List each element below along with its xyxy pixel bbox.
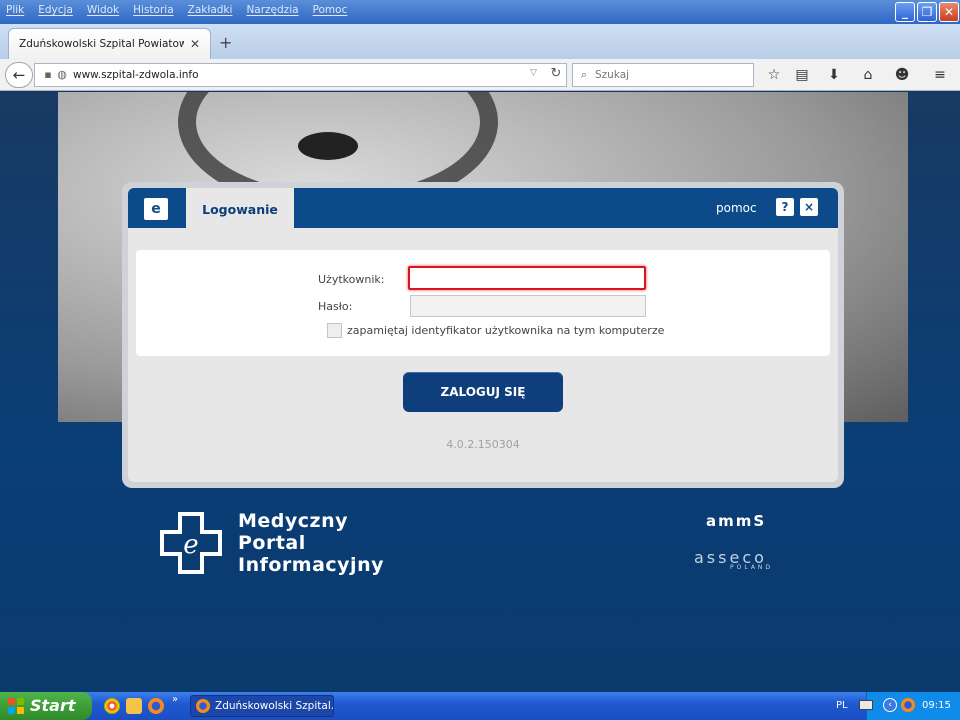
url-dropdown-icon[interactable]: ▽ <box>530 68 537 78</box>
language-indicator[interactable]: PL <box>836 700 848 711</box>
portal-name-line-2: Portal <box>238 532 306 554</box>
remember-checkbox[interactable] <box>327 323 342 338</box>
menu-bar: Plik Edycja Widok Historia Zakładki Narz… <box>0 0 361 24</box>
login-dialog: e Logowanie pomoc ? × Użytkownik: Hasło:… <box>122 182 844 488</box>
reading-list-icon[interactable]: ▤ <box>791 64 813 86</box>
chat-icon[interactable]: ☻ <box>891 64 913 86</box>
help-button[interactable]: ? <box>776 198 794 216</box>
search-icon: ⌕ <box>580 68 588 81</box>
clock: 09:15 <box>922 700 951 711</box>
hamburger-menu-icon[interactable]: ≡ <box>929 64 951 86</box>
login-dialog-body: e Logowanie pomoc ? × Użytkownik: Hasło:… <box>128 188 838 482</box>
bookmark-star-icon[interactable]: ☆ <box>763 64 785 86</box>
navigation-bar: ← ▪ ◍ www.szpital-zdwola.info ▽ ↻ ⌕ Szuk… <box>0 59 960 91</box>
menu-tools[interactable]: Narzędzia <box>246 0 298 24</box>
svg-text:e: e <box>183 530 198 560</box>
firefox-quicklaunch-icon[interactable] <box>148 698 164 714</box>
portal-logo-icon: e <box>144 198 168 220</box>
page-content: e Logowanie pomoc ? × Użytkownik: Hasło:… <box>0 92 960 692</box>
window-close-button[interactable]: ✕ <box>939 2 959 22</box>
maximize-button[interactable]: ❐ <box>917 2 937 22</box>
new-tab-icon[interactable]: + <box>219 33 232 52</box>
menu-bookmarks[interactable]: Zakładki <box>188 0 233 24</box>
version-text: 4.0.2.150304 <box>446 438 520 451</box>
keyboard-icon[interactable] <box>859 700 873 710</box>
firefox-icon <box>196 699 210 713</box>
menu-help[interactable]: Pomoc <box>313 0 348 24</box>
windows-flag-icon <box>8 698 24 714</box>
menu-edit[interactable]: Edycja <box>38 0 73 24</box>
globe-icon: ◍ <box>57 68 67 81</box>
tab-login[interactable]: Logowanie <box>186 188 294 228</box>
reload-icon[interactable]: ↻ <box>545 63 567 87</box>
back-button[interactable]: ← <box>5 62 33 88</box>
tray-expand-icon[interactable]: ‹ <box>883 698 897 712</box>
download-icon[interactable]: ⬇ <box>823 64 845 86</box>
password-label: Hasło: <box>318 300 353 313</box>
help-link[interactable]: pomoc <box>716 201 757 215</box>
taskbar-window-label: Zduńskowolski Szpital... <box>215 700 334 712</box>
remember-label: zapamiętaj identyfikator użytkownika na … <box>347 324 665 337</box>
login-dialog-header: e Logowanie pomoc ? × <box>128 188 838 228</box>
portal-name-line-1: Medyczny <box>238 510 349 532</box>
dialog-close-button[interactable]: × <box>800 198 818 216</box>
username-label: Użytkownik: <box>318 273 385 286</box>
login-button[interactable]: ZALOGUJ SIĘ <box>403 372 563 412</box>
medical-cross-e-logo: e <box>160 512 222 574</box>
minimize-button[interactable]: _ <box>895 2 915 22</box>
chrome-icon[interactable] <box>104 698 120 714</box>
start-button[interactable]: Start <box>0 692 92 720</box>
quicklaunch-overflow-icon[interactable]: » <box>172 694 178 705</box>
url-text: www.szpital-zdwola.info <box>73 69 199 81</box>
browser-tab[interactable]: Zduńskowolski Szpital Powiatowy ... ✕ <box>8 28 211 59</box>
login-form: Użytkownik: Hasło: zapamiętaj identyfika… <box>136 250 830 356</box>
tab-title: Zduńskowolski Szpital Powiatowy ... <box>19 38 184 50</box>
start-label: Start <box>30 696 76 715</box>
portal-name: Medyczny Portal Informacyjny <box>238 510 384 576</box>
browser-titlebar: Plik Edycja Widok Historia Zakładki Narz… <box>0 0 960 24</box>
amms-logo: ammS <box>706 512 767 530</box>
search-placeholder: Szukaj <box>595 69 630 81</box>
tab-close-icon[interactable]: ✕ <box>190 37 200 51</box>
mail-icon[interactable] <box>126 698 142 714</box>
username-input[interactable] <box>408 266 646 290</box>
asseco-subtitle: POLAND <box>730 564 774 571</box>
page-icon: ▪ <box>44 68 52 81</box>
url-bar[interactable]: ▪ ◍ www.szpital-zdwola.info <box>34 63 567 87</box>
menu-file[interactable]: Plik <box>6 0 24 24</box>
search-input[interactable]: ⌕ Szukaj <box>572 63 754 87</box>
taskbar-window-firefox[interactable]: Zduńskowolski Szpital... <box>190 695 334 717</box>
home-icon[interactable]: ⌂ <box>857 64 879 86</box>
portal-name-line-3: Informacyjny <box>238 554 384 576</box>
firefox-tray-icon[interactable] <box>901 698 915 712</box>
menu-history[interactable]: Historia <box>133 0 174 24</box>
taskbar: Start » Zduńskowolski Szpital... PL ‹ 09… <box>0 692 960 720</box>
tab-strip: Zduńskowolski Szpital Powiatowy ... ✕ + <box>0 24 960 59</box>
menu-view[interactable]: Widok <box>87 0 119 24</box>
password-input[interactable] <box>410 295 646 317</box>
